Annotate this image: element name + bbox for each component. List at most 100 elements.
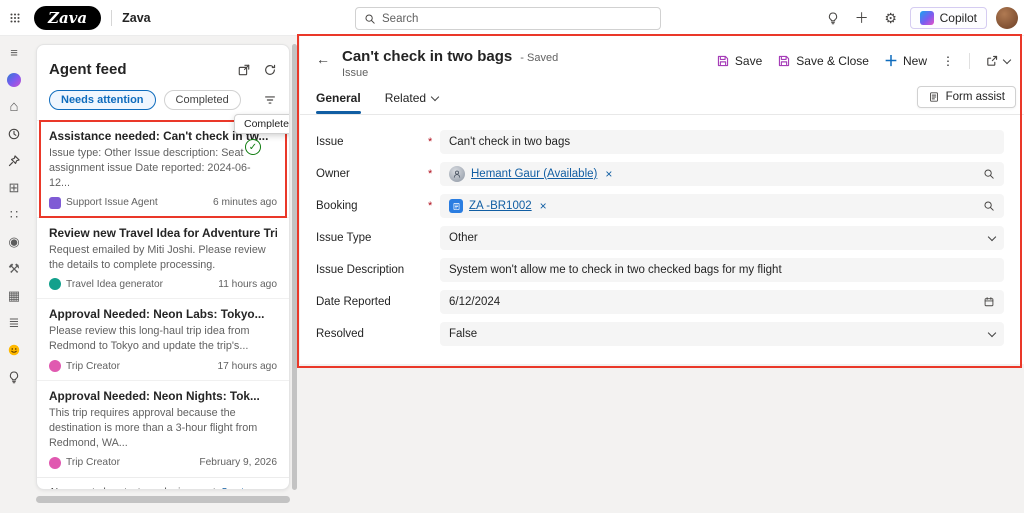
save-close-icon: [777, 54, 791, 68]
issue-type-select[interactable]: Other: [440, 226, 1004, 250]
pinned-icon[interactable]: [6, 152, 23, 169]
owner-search-icon[interactable]: [983, 168, 995, 180]
tab-general[interactable]: General: [316, 91, 361, 114]
feed-item-travel-idea[interactable]: Review new Travel Idea for Adventure Tri…: [37, 216, 289, 299]
field-value: System won't allow me to check in two ch…: [449, 264, 782, 276]
issue-input[interactable]: Can't check in two bags: [440, 130, 1004, 154]
field-value: 6/12/2024: [449, 296, 501, 308]
trip-creator-icon: [49, 456, 61, 469]
save-and-close-button[interactable]: Save & Close: [777, 54, 869, 68]
app-icon-grid[interactable]: ⊞: [6, 179, 23, 196]
feed-item-description: This trip requires approval because the …: [49, 407, 258, 450]
plus-icon: ＋: [883, 53, 898, 69]
filter-icon[interactable]: [263, 93, 277, 107]
feed-item-description: Please review this long-haul trip idea f…: [49, 325, 250, 353]
issue-description-input[interactable]: System won't allow me to check in two ch…: [440, 258, 1004, 282]
ai-disclaimer-text: AI-generated content may be incorrect.: [49, 487, 218, 489]
owner-avatar: [449, 166, 465, 182]
app-icon-tools[interactable]: ⚒: [6, 260, 23, 277]
feed-item-assistance-needed[interactable]: Assistance needed: Can't check in tw... …: [37, 120, 289, 218]
required-asterisk: *: [428, 136, 433, 148]
field-label: Booking: [316, 200, 358, 212]
form-assist-button[interactable]: Form assist: [916, 86, 1016, 108]
vertical-scrollbar[interactable]: [292, 44, 297, 490]
resolved-select[interactable]: False: [440, 322, 1004, 346]
global-search[interactable]: [355, 7, 661, 30]
feed-item-description: Issue type: Other Issue description: Sea…: [49, 147, 251, 189]
agent-feed-panel: Agent feed Needs attention Completed Com…: [36, 44, 290, 490]
copilot-label: Copilot: [939, 11, 977, 25]
feed-item-agent: Support Issue Agent: [66, 197, 158, 209]
brand-logo[interactable]: Zava: [34, 5, 102, 30]
copilot-icon: [919, 11, 934, 25]
booking-lookup[interactable]: ZA -BR1002 ×: [440, 194, 1004, 218]
booking-search-icon[interactable]: [983, 200, 995, 212]
popout-icon[interactable]: [237, 63, 251, 77]
waffle-menu-icon[interactable]: [0, 11, 30, 25]
owner-lookup[interactable]: Hemant Gaur (Available) ×: [440, 162, 1004, 186]
menu-icon[interactable]: ≡: [6, 44, 23, 61]
see-terms-link[interactable]: See terms: [221, 487, 266, 489]
pill-completed[interactable]: Completed: [163, 90, 241, 110]
booking-link[interactable]: ZA -BR1002: [469, 200, 532, 212]
booking-record-icon: [449, 199, 463, 213]
complete-check-button[interactable]: ✓: [245, 139, 261, 155]
feed-item-approval-neon-labs[interactable]: Approval Needed: Neon Labs: Tokyo... Ple…: [37, 298, 289, 380]
field-label: Issue: [316, 136, 344, 148]
feed-item-title: Approval Needed: Neon Nights: Tok...: [49, 389, 260, 404]
ai-disclaimer: AI-generated content may be incorrect. S…: [37, 476, 289, 489]
feed-item-time: February 9, 2026: [199, 457, 277, 469]
more-commands-button[interactable]: ⋮: [942, 54, 954, 68]
gear-icon[interactable]: ⚙: [881, 8, 901, 28]
date-reported-input[interactable]: 6/12/2024: [440, 290, 1004, 314]
copilot-button[interactable]: Copilot: [909, 7, 987, 29]
owner-link[interactable]: Hemant Gaur (Available): [471, 168, 597, 180]
field-label: Resolved: [316, 328, 364, 340]
support-agent-icon: [49, 196, 61, 209]
calendar-icon[interactable]: [983, 296, 995, 308]
new-button[interactable]: ＋ New: [884, 51, 927, 71]
copilot-app-icon[interactable]: [6, 71, 23, 88]
app-icon-flow[interactable]: ∷: [6, 206, 23, 223]
lightbulb-icon[interactable]: [823, 8, 843, 28]
share-button[interactable]: [985, 54, 1012, 68]
agents-icon[interactable]: [6, 341, 23, 358]
save-status: - Saved: [520, 52, 559, 64]
app-icon-list[interactable]: ≣: [6, 314, 23, 331]
pill-needs-attention[interactable]: Needs attention: [49, 90, 156, 110]
app-icon-globe[interactable]: ◉: [6, 233, 23, 250]
insights-bulb-icon[interactable]: [6, 368, 23, 385]
save-button[interactable]: Save: [716, 54, 762, 68]
command-bar: Save Save & Close ＋ New ⋮: [716, 51, 1012, 71]
field-label: Owner: [316, 168, 350, 180]
refresh-icon[interactable]: [263, 63, 277, 77]
topbar-divider: [111, 9, 113, 26]
field-value: Can't check in two bags: [449, 136, 571, 148]
search-input[interactable]: [382, 12, 652, 25]
recent-icon[interactable]: [6, 125, 23, 142]
required-asterisk: *: [428, 168, 433, 180]
app-icon-table[interactable]: ▦: [6, 287, 23, 304]
home-icon[interactable]: ⌂: [6, 98, 23, 115]
remove-booking-icon[interactable]: ×: [540, 199, 547, 213]
left-nav-rail: ≡ ⌂ ⊞ ∷ ◉ ⚒ ▦ ≣: [0, 36, 28, 513]
chevron-down-icon[interactable]: [987, 232, 997, 241]
search-icon: [364, 13, 376, 25]
plus-icon[interactable]: ＋: [852, 8, 872, 28]
record-title: Can't check in two bags: [342, 48, 513, 65]
field-row-issue-description: Issue Description System won't allow me …: [316, 258, 1004, 282]
feed-item-agent: Trip Creator: [66, 360, 120, 372]
app-name: Zava: [122, 10, 151, 25]
field-label: Date Reported: [316, 296, 391, 308]
record-form-area: ← Can't check in two bags - Saved Issue …: [300, 36, 1024, 364]
chevron-down-icon[interactable]: [987, 328, 997, 337]
feed-item-time: 6 minutes ago: [213, 197, 277, 209]
horizontal-scrollbar[interactable]: [36, 496, 290, 503]
remove-owner-icon[interactable]: ×: [605, 167, 612, 181]
back-arrow-icon[interactable]: ←: [316, 51, 330, 67]
field-row-issue-type: Issue Type Other: [316, 226, 1004, 250]
tab-related[interactable]: Related: [385, 91, 440, 114]
user-avatar[interactable]: [996, 7, 1018, 29]
feed-item-approval-neon-nights[interactable]: Approval Needed: Neon Nights: Tok... Thi…: [37, 380, 289, 477]
field-value: Other: [449, 232, 478, 244]
